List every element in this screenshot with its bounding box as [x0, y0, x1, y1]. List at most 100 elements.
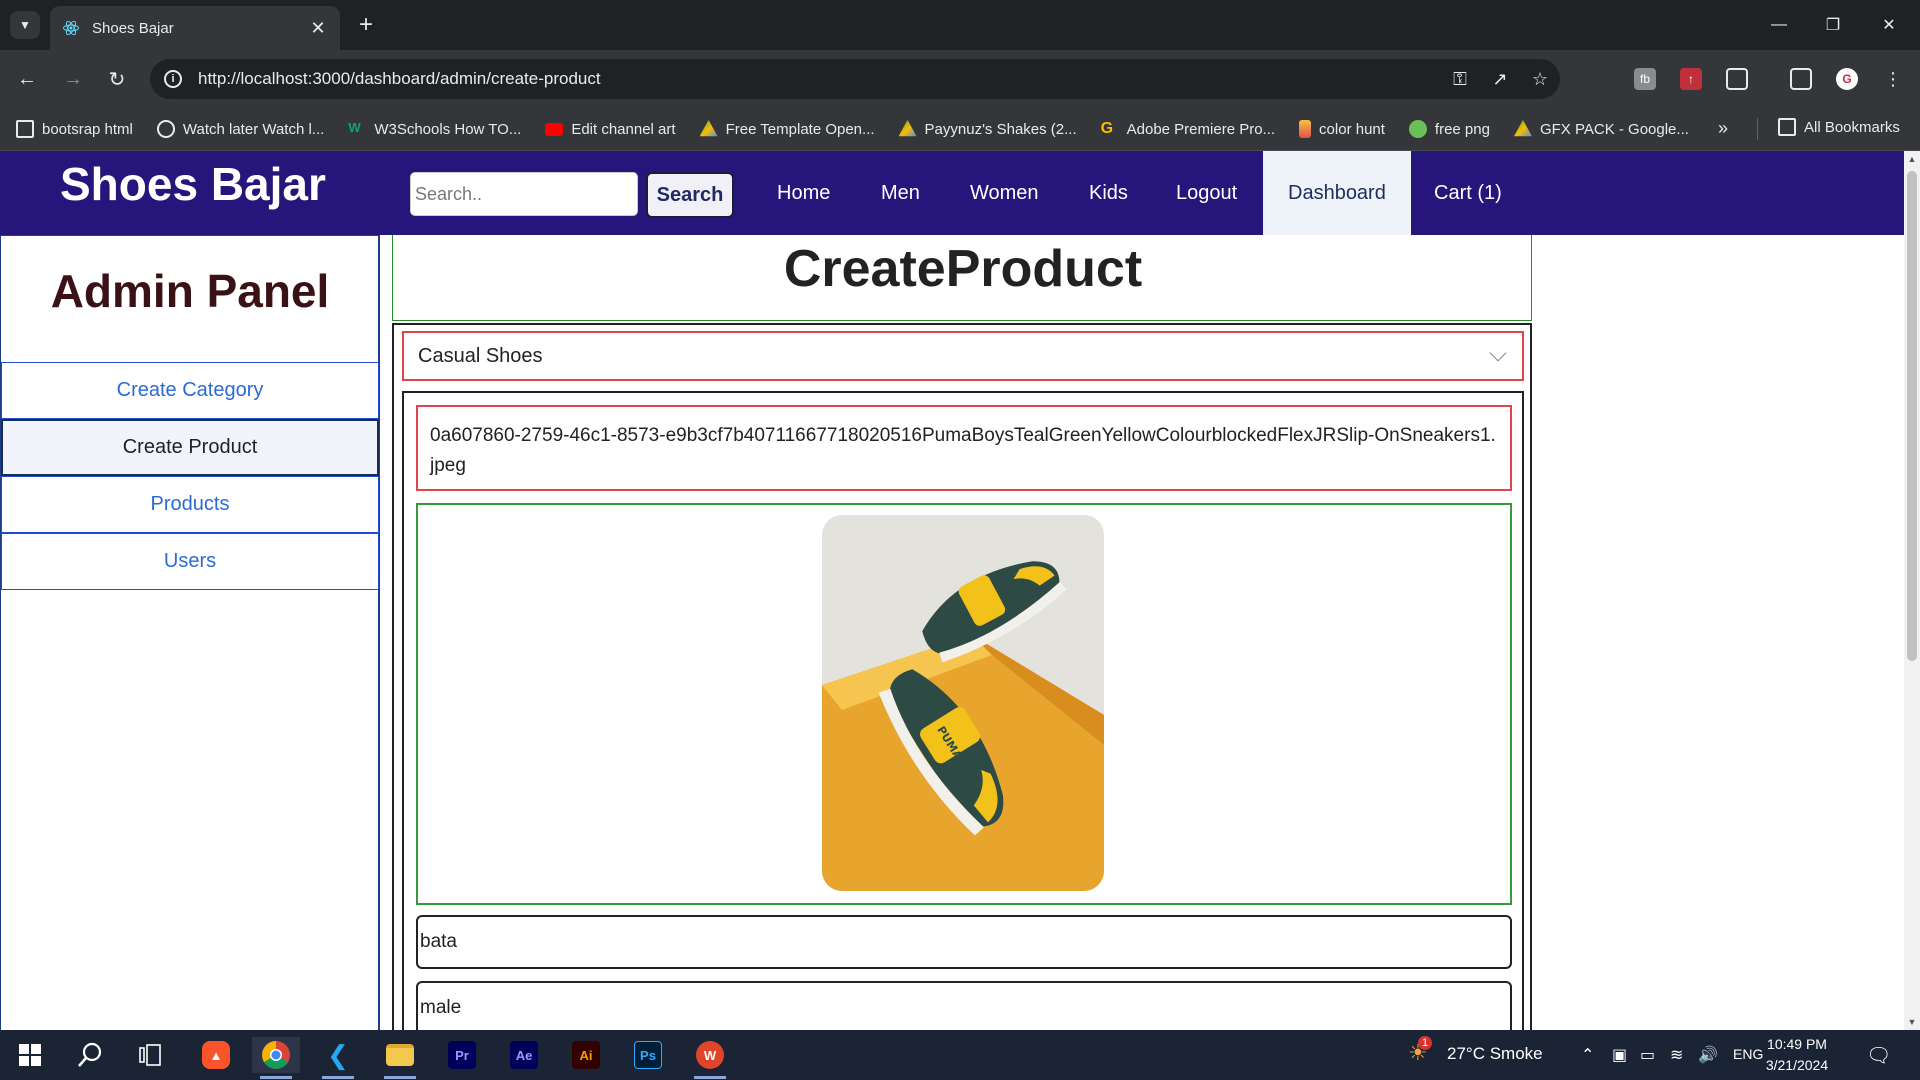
- sidebar-item-create-category[interactable]: Create Category: [1, 362, 379, 419]
- notifications-icon[interactable]: 🗨: [1866, 1043, 1891, 1068]
- search-icon[interactable]: [66, 1037, 114, 1073]
- system-clock[interactable]: 10:49 PM 3/21/2024: [1752, 1034, 1842, 1076]
- scroll-down-icon[interactable]: ▼: [1907, 1017, 1917, 1027]
- minimize-icon[interactable]: —: [1756, 10, 1802, 40]
- brand-name-input[interactable]: [416, 915, 1512, 969]
- w3schools-icon: W: [348, 120, 361, 135]
- chrome-taskbar-icon[interactable]: [252, 1037, 300, 1079]
- page-scrollbar[interactable]: ▲ ▼: [1904, 151, 1920, 1030]
- photoshop-logo-icon: Ps: [634, 1041, 662, 1069]
- weather-text[interactable]: 27°C Smoke: [1447, 1044, 1543, 1064]
- search-input[interactable]: [410, 172, 638, 216]
- magnifier-icon: [78, 1042, 102, 1067]
- task-view-glyph-icon: [139, 1044, 161, 1066]
- category-select[interactable]: Casual Shoes: [402, 331, 1524, 381]
- nav-women[interactable]: Women: [970, 151, 1039, 235]
- address-bar[interactable]: i http://localhost:3000/dashboard/admin/…: [150, 59, 1560, 99]
- back-icon[interactable]: ←: [12, 64, 42, 94]
- vscode-logo-icon: ❮: [327, 1039, 349, 1070]
- password-key-icon[interactable]: ⚿: [1440, 69, 1480, 90]
- windows-logo-icon: [19, 1044, 41, 1066]
- tray-chevron-up-icon[interactable]: ⌃: [1581, 1045, 1594, 1065]
- nav-kids[interactable]: Kids: [1089, 151, 1128, 235]
- sidebar-item-users[interactable]: Users: [1, 533, 379, 590]
- new-tab-icon[interactable]: +: [352, 11, 380, 39]
- nav-dashboard[interactable]: Dashboard: [1263, 151, 1411, 235]
- close-window-icon[interactable]: ✕: [1866, 10, 1912, 40]
- bookmark-item[interactable]: Edit channel art: [545, 121, 676, 138]
- image-preview-box: PUMA: [416, 503, 1512, 905]
- chevron-down-icon: [1489, 344, 1507, 362]
- extensions-puzzle-icon[interactable]: [1726, 68, 1748, 90]
- tab-close-icon[interactable]: ✕: [308, 18, 328, 39]
- forward-icon[interactable]: →: [58, 64, 88, 94]
- scrollbar-thumb[interactable]: [1907, 171, 1917, 661]
- bookmark-item[interactable]: Free Template Open...: [699, 120, 875, 138]
- scroll-up-icon[interactable]: ▲: [1907, 154, 1917, 164]
- nav-logout[interactable]: Logout: [1176, 151, 1237, 235]
- profile-avatar-icon[interactable]: G: [1836, 68, 1858, 90]
- google-icon: G: [1100, 120, 1114, 137]
- vscode-icon[interactable]: ❮: [314, 1037, 362, 1079]
- tab-search-chevron-icon[interactable]: ▼: [10, 11, 40, 39]
- bookmark-item[interactable]: Watch later Watch l...: [156, 120, 324, 138]
- site-info-icon[interactable]: i: [164, 70, 182, 88]
- google-drive-icon: [898, 120, 917, 137]
- browser-tab[interactable]: Shoes Bajar ✕: [50, 6, 340, 50]
- bookmark-item[interactable]: W W3Schools How TO...: [348, 120, 521, 138]
- battery-icon[interactable]: ▭: [1640, 1045, 1655, 1065]
- bookmark-item[interactable]: free png: [1408, 120, 1490, 138]
- open-in-app-icon[interactable]: ↗: [1480, 69, 1520, 90]
- main-content: CreateProduct Casual Shoes 0a607860-2759…: [392, 235, 1532, 1030]
- page-title: CreateProduct: [783, 240, 1143, 298]
- premiere-logo-icon: Pr: [448, 1041, 476, 1069]
- bookmark-item[interactable]: G Adobe Premiere Pro...: [1101, 120, 1275, 138]
- brave-browser-icon[interactable]: ▲: [192, 1037, 240, 1073]
- volume-icon[interactable]: 🔊: [1698, 1045, 1718, 1065]
- bookmark-star-icon[interactable]: ☆: [1520, 69, 1560, 90]
- extension-upload-icon[interactable]: ↑: [1680, 68, 1702, 90]
- url-text[interactable]: http://localhost:3000/dashboard/admin/cr…: [198, 69, 1440, 89]
- browser-toolbar: ← → ↻ i http://localhost:3000/dashboard/…: [0, 50, 1920, 108]
- google-drive-icon: [699, 120, 718, 137]
- nav-men[interactable]: Men: [881, 151, 920, 235]
- brand-logo[interactable]: Shoes Bajar: [60, 157, 326, 211]
- bookmark-item[interactable]: GFX PACK - Google...: [1513, 120, 1689, 138]
- task-view-icon[interactable]: [126, 1037, 174, 1073]
- more-bookmarks-chevron-icon[interactable]: »: [1718, 118, 1728, 139]
- side-panel-icon[interactable]: [1790, 68, 1812, 90]
- bookmark-item[interactable]: bootsrap html: [16, 120, 133, 138]
- browser-menu-icon[interactable]: ⋮: [1878, 64, 1908, 94]
- sidebar-item-products[interactable]: Products: [1, 476, 379, 533]
- wifi-icon[interactable]: ≋: [1670, 1045, 1683, 1065]
- photo-upload-label[interactable]: 0a607860-2759-46c1-8573-e9b3cf7b40711667…: [416, 405, 1512, 491]
- illustrator-icon[interactable]: Ai: [562, 1037, 610, 1073]
- free-png-icon: [1408, 120, 1427, 138]
- chrome-logo-icon: [262, 1041, 290, 1069]
- nav-cart[interactable]: Cart (1): [1434, 151, 1502, 235]
- wps-office-icon[interactable]: W: [686, 1037, 734, 1079]
- restore-icon[interactable]: ❐: [1810, 10, 1856, 40]
- file-explorer-icon[interactable]: [376, 1037, 424, 1079]
- site-navbar: Shoes Bajar Search Home Men Women Kids L…: [0, 151, 1904, 235]
- windows-start-icon[interactable]: [6, 1037, 54, 1073]
- windows-taskbar: ▲ ❮ Pr Ae Ai Ps W ☀ 1 27°C Smoke ⌃ ▣ ▭ ≋…: [0, 1030, 1920, 1080]
- gender-input[interactable]: [416, 981, 1512, 1030]
- premiere-pro-icon[interactable]: Pr: [438, 1037, 486, 1073]
- bookmark-item[interactable]: Payynuz's Shakes (2...: [898, 120, 1077, 138]
- meet-now-icon[interactable]: ▣: [1612, 1045, 1627, 1065]
- search-button[interactable]: Search: [646, 172, 734, 218]
- extension-tb-icon[interactable]: fb: [1634, 68, 1656, 90]
- nav-home[interactable]: Home: [777, 151, 830, 235]
- title-container: CreateProduct: [392, 235, 1532, 321]
- bookmark-item[interactable]: color hunt: [1299, 120, 1385, 138]
- all-bookmarks-button[interactable]: All Bookmarks: [1778, 118, 1900, 136]
- photoshop-icon[interactable]: Ps: [624, 1037, 672, 1073]
- reload-icon[interactable]: ↻: [102, 64, 132, 94]
- after-effects-icon[interactable]: Ae: [500, 1037, 548, 1073]
- sidebar-item-create-product[interactable]: Create Product: [1, 419, 379, 476]
- admin-panel-title: Admin Panel: [50, 265, 330, 317]
- clock-time: 10:49 PM: [1767, 1036, 1827, 1052]
- tab-title: Shoes Bajar: [92, 19, 174, 37]
- youtube-icon: [545, 122, 564, 136]
